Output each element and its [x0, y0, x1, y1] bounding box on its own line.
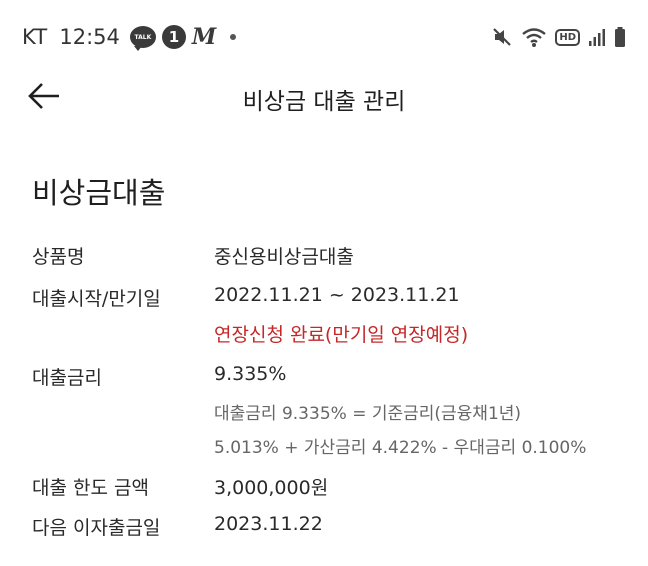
limit-value: 3,000,000원	[214, 477, 329, 499]
section-title: 비상금대출	[32, 176, 166, 210]
status-bar-left: KT 12:54 TALK 1 M	[22, 22, 237, 52]
clock: 12:54	[59, 25, 120, 49]
rate-note-line-2: 5.013% + 가산금리 4.422% - 우대금리 0.100%	[214, 438, 587, 458]
product-value: 중신용비상금대출	[214, 246, 354, 268]
status-bar-right: HD	[491, 22, 626, 52]
product-label: 상품명	[32, 246, 85, 268]
rate-note-line-1: 대출금리 9.335% = 기준금리(금융채1년)	[214, 404, 522, 424]
period-status: 연장신청 완료(만기일 연장예정)	[214, 324, 469, 346]
carrier-label: KT	[22, 25, 48, 49]
battery-icon	[614, 26, 626, 48]
rate-label: 대출금리	[32, 367, 102, 389]
badge-icon: 1	[161, 25, 186, 49]
period-value: 2022.11.21 ~ 2023.11.21	[214, 284, 460, 306]
period-label: 대출시작/만기일	[32, 288, 161, 310]
signal-icon	[588, 27, 606, 47]
mute-icon	[491, 26, 513, 48]
app-bar: 비상금 대출 관리	[0, 72, 648, 124]
next-interest-label: 다음 이자출금일	[32, 517, 161, 539]
page-title: 비상금 대출 관리	[242, 89, 406, 115]
status-bar: KT 12:54 TALK 1 M HD	[0, 0, 648, 72]
wifi-icon	[521, 26, 547, 48]
rate-value: 9.335%	[214, 363, 287, 385]
m-icon: M	[191, 24, 217, 50]
dot-icon	[230, 34, 237, 40]
limit-label: 대출 한도 금액	[32, 477, 149, 499]
next-interest-value: 2023.11.22	[214, 513, 323, 535]
hd-icon: HD	[555, 28, 580, 46]
talk-icon: TALK	[129, 26, 156, 51]
